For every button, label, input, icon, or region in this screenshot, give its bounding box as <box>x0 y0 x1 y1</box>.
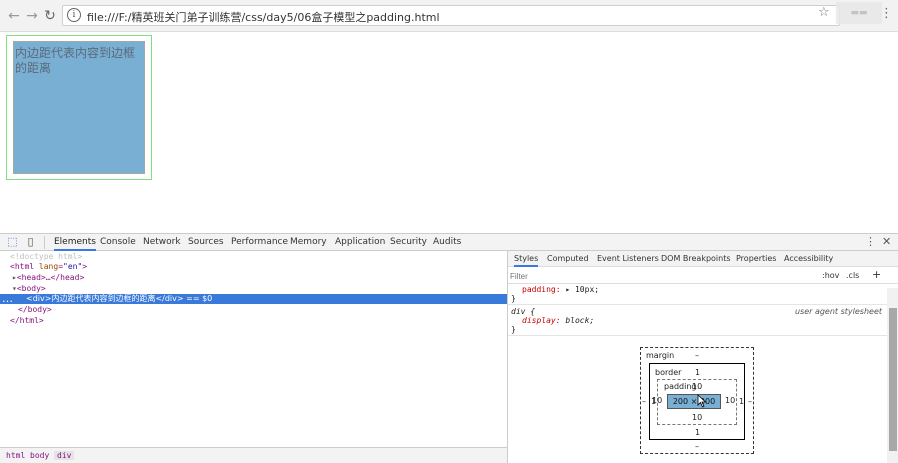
demo-div[interactable]: 内边距代表内容到边框的距离 <box>13 41 145 174</box>
border-top-value[interactable]: 1 <box>695 368 700 377</box>
dom-html[interactable]: <html lang="en"> <box>10 262 87 272</box>
breadcrumb-html[interactable]: html <box>6 451 25 460</box>
breadcrumb: html body div <box>0 447 507 463</box>
dom-selected-div[interactable]: … <div>内边距代表内容到边框的距离</div> == $0 <box>0 293 507 304</box>
inspect-element-icon[interactable]: ⬚ <box>6 236 19 248</box>
padding-top-value[interactable]: 10 <box>692 382 702 391</box>
padding-left-value[interactable]: 10 <box>652 396 662 405</box>
rule-div-ua: div { user agent stylesheet display: blo… <box>508 307 888 334</box>
devtools-menu-icon[interactable]: ⋮ <box>865 235 876 248</box>
rule-close-brace: } <box>511 294 516 303</box>
val-padding[interactable]: ▸ 10px; <box>565 285 599 294</box>
padding-right-value[interactable]: 10 <box>725 396 735 405</box>
margin-label: margin <box>646 351 675 360</box>
margin-right-value[interactable]: – <box>748 397 752 406</box>
dom-body-close[interactable]: </body> <box>18 305 52 315</box>
tab-elements[interactable]: Elements <box>54 236 96 251</box>
tab-console[interactable]: Console <box>100 236 136 251</box>
tab-audits[interactable]: Audits <box>433 236 461 251</box>
watermark-badge: ▬▬ <box>836 2 882 24</box>
margin-bottom-value[interactable]: – <box>695 442 699 451</box>
dom-html-close[interactable]: </html> <box>10 316 44 326</box>
reload-icon[interactable]: ↻ <box>42 8 58 24</box>
tab-styles[interactable]: Styles <box>514 254 539 267</box>
tab-memory[interactable]: Memory <box>290 236 327 251</box>
tab-separator <box>44 236 45 249</box>
user-agent-label: user agent stylesheet <box>794 307 882 316</box>
prop-display: display: <box>522 316 561 325</box>
styles-scrollbar-thumb[interactable] <box>889 308 897 451</box>
rule-padding: padding: ▸ 10px; } <box>508 285 888 303</box>
dom-doctype[interactable]: <!doctype html> <box>10 252 82 262</box>
highlight-box: 内边距代表内容到边框的距离 <box>6 35 152 180</box>
border-label: border <box>655 368 682 377</box>
box-model-content[interactable]: 200 × 200 <box>667 394 721 409</box>
dom-head[interactable]: ▸<head>…</head> <box>12 273 84 283</box>
browser-toolbar: ← → ↻ i file:///F:/精英班关门弟子训练营/css/day5/0… <box>0 0 898 32</box>
border-right-value[interactable]: 1 <box>739 397 744 406</box>
tab-properties[interactable]: Properties <box>736 254 776 263</box>
hov-toggle[interactable]: :hov <box>822 271 839 280</box>
mouse-cursor-icon <box>697 394 707 408</box>
breadcrumb-div[interactable]: div <box>54 451 75 460</box>
tab-dom-breakpoints[interactable]: DOM Breakpoints <box>661 254 731 263</box>
tab-application[interactable]: Application <box>335 236 385 251</box>
tab-accessibility[interactable]: Accessibility <box>784 254 833 263</box>
rule-divider <box>508 335 888 336</box>
val-display: block; <box>565 316 595 325</box>
dom-selected-text: <div>内边距代表内容到边框的距离</div> == $0 <box>26 294 213 303</box>
dom-body-open[interactable]: ▾<body> <box>12 284 46 294</box>
styles-tab-bar: Styles Computed Event Listeners DOM Brea… <box>508 251 898 267</box>
tab-network[interactable]: Network <box>143 236 181 251</box>
url-text[interactable]: file:///F:/精英班关门弟子训练营/css/day5/06盒子模型之pa… <box>87 9 440 25</box>
cls-toggle[interactable]: .cls <box>846 271 859 280</box>
page-viewport: 内边距代表内容到边框的距离 <box>0 33 898 233</box>
prop-padding[interactable]: padding: <box>522 285 561 294</box>
tab-security[interactable]: Security <box>390 236 427 251</box>
border-bottom-value[interactable]: 1 <box>695 428 700 437</box>
dom-more-icon[interactable]: … <box>2 293 13 304</box>
styles-filter-input[interactable] <box>510 270 810 282</box>
padding-bottom-value[interactable]: 10 <box>692 413 702 422</box>
styles-filter-row: :hov .cls + <box>508 268 898 284</box>
rule-close-brace: } <box>511 325 516 334</box>
forward-icon[interactable]: → <box>24 8 40 24</box>
breadcrumb-body[interactable]: body <box>30 451 49 460</box>
bookmark-star-icon[interactable]: ☆ <box>818 5 830 20</box>
devtools-tab-bar: ⬚ ▯ Elements Console Network Sources Per… <box>0 234 898 251</box>
new-rule-button[interactable]: + <box>872 268 881 281</box>
rule-divider <box>508 304 888 305</box>
browser-menu-icon[interactable]: ⋮ <box>880 6 893 21</box>
tab-sources[interactable]: Sources <box>188 236 224 251</box>
address-bar[interactable]: i file:///F:/精英班关门弟子训练营/css/day5/06盒子模型之… <box>62 5 840 26</box>
tab-performance[interactable]: Performance <box>231 236 288 251</box>
devtools-close-icon[interactable]: ✕ <box>882 235 891 248</box>
tab-event-listeners[interactable]: Event Listeners <box>597 254 659 263</box>
demo-div-text: 内边距代表内容到边框的距离 <box>15 46 136 75</box>
margin-left-value[interactable]: – <box>642 397 646 406</box>
tab-computed[interactable]: Computed <box>547 254 589 263</box>
info-icon[interactable]: i <box>67 8 81 22</box>
margin-top-value[interactable]: – <box>695 351 699 360</box>
elements-tree: <!doctype html> <html lang="en"> ▸<head>… <box>0 252 507 449</box>
device-toolbar-icon[interactable]: ▯ <box>24 236 37 248</box>
back-icon[interactable]: ← <box>6 8 22 24</box>
